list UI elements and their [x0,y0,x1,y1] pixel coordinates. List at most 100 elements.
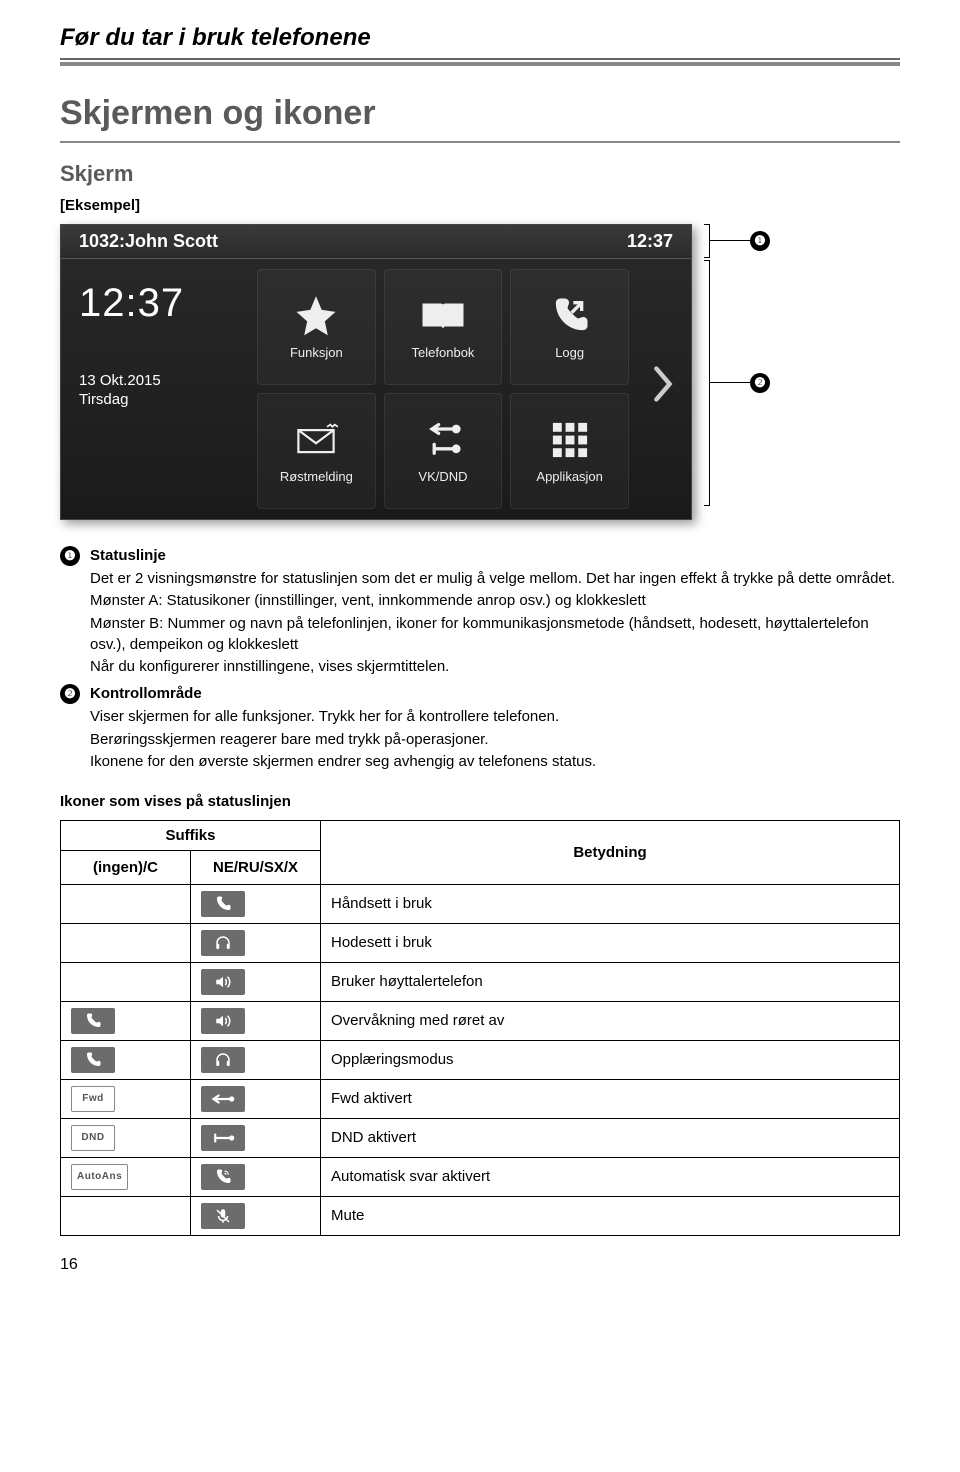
section-title: Skjermen og ikoner [60,94,900,133]
tile-label: Logg [555,345,584,360]
status-icon-autoans: AutoAns [71,1164,128,1190]
table-row: Opplæringsmodus [61,1040,900,1079]
cell-suffix-b [191,923,321,962]
status-name: 1032:John Scott [79,231,218,252]
calllog-icon [546,295,594,337]
cell-suffix-b [191,1040,321,1079]
status-icon-handset [71,1047,115,1073]
definition-lead: Statuslinje [90,546,900,567]
tile-logg[interactable]: Logg [510,269,629,385]
tile-label: Telefonbok [412,345,475,360]
table-row: Håndsett i bruk [61,884,900,923]
next-page-arrow[interactable] [635,259,691,519]
cell-suffix-a [61,923,191,962]
cell-suffix-a [61,1196,191,1235]
cell-suffix-b [191,1001,321,1040]
chevron-right-icon [652,364,674,414]
table-heading: Ikoner som vises på statuslinjen [60,793,900,810]
cell-meaning: Overvåkning med røret av [321,1001,900,1040]
cell-meaning: Opplæringsmodus [321,1040,900,1079]
cell-suffix-a [61,1001,191,1040]
cell-meaning: Mute [321,1196,900,1235]
cell-meaning: Hodesett i bruk [321,923,900,962]
tile-label: Applikasjon [536,469,603,484]
tile-label: Røstmelding [280,469,353,484]
status-icon-fwd [201,1086,245,1112]
cell-suffix-a: AutoAns [61,1157,191,1196]
status-icon-headset [201,1047,245,1073]
th-suffix: Suffiks [61,820,321,850]
tile-funksjon[interactable]: Funksjon [257,269,376,385]
voicemail-icon [292,419,340,461]
star-icon [292,295,340,337]
status-icon-speaker [201,1008,245,1034]
big-time: 12:37 [79,281,239,326]
status-icon-dnd: DND [71,1125,115,1151]
cell-suffix-a [61,884,191,923]
status-icon-fwd: Fwd [71,1086,115,1112]
table-row: AutoAns Automatisk svar aktivert [61,1157,900,1196]
definition-para: Det er 2 visningsmønstre for statuslinje… [90,569,900,590]
definition-item: ❷ KontrollområdeViser skjermen for alle f… [60,684,900,775]
table-row: Hodesett i bruk [61,923,900,962]
tile-rostmelding[interactable]: Røstmelding [257,393,376,509]
document-header: Før du tar i bruk telefonene [60,0,900,58]
rule [60,62,900,66]
page-number: 16 [60,1256,900,1274]
cell-meaning: DND aktivert [321,1118,900,1157]
status-time: 12:37 [627,231,673,252]
rule [60,141,900,143]
cell-suffix-b [191,1157,321,1196]
cell-suffix-b [191,962,321,1001]
tile-applikasjon[interactable]: Applikasjon [510,393,629,509]
cell-suffix-a [61,1040,191,1079]
status-icon-handset [71,1008,115,1034]
definition-para: Mønster A: Statusikoner (innstillinger, … [90,591,900,612]
th-meaning: Betydning [321,820,900,884]
definition-para: Ikonene for den øverste skjermen endrer … [90,752,596,773]
status-icon-speaker [201,969,245,995]
definition-body: KontrollområdeViser skjermen for alle fu… [90,684,596,775]
status-icon-mute [201,1203,245,1229]
page-container: Før du tar i bruk telefonene Skjermen og… [0,0,960,1304]
definition-list: ❶ StatuslinjeDet er 2 visningsmønstre for… [60,546,900,775]
definition-number: ❷ [60,684,80,704]
statusbar: 1032:John Scott 12:37 [61,225,691,259]
cell-meaning: Automatisk svar aktivert [321,1157,900,1196]
cell-meaning: Fwd aktivert [321,1079,900,1118]
date: 13 Okt.2015 [79,372,239,389]
cell-meaning: Bruker høyttalertelefon [321,962,900,1001]
fwd-dnd-icon [419,419,467,461]
status-icon-handset [201,891,245,917]
table-row: Bruker høyttalertelefon [61,962,900,1001]
tile-vk-dnd[interactable]: VK/DND [384,393,503,509]
status-icon-dnd [201,1125,245,1151]
apps-icon [546,419,594,461]
tile-telefonbok[interactable]: Telefonbok [384,269,503,385]
callout-2: ❷ [750,373,770,393]
example-label: [Eksempel] [60,197,900,214]
definition-para: Viser skjermen for alle funksjoner. Tryk… [90,707,596,728]
tile-label: Funksjon [290,345,343,360]
clock-column: 12:37 13 Okt.2015 Tirsdag [61,259,251,519]
callout-column: ❶ ❷ [704,224,770,510]
cell-suffix-b [191,1118,321,1157]
th-ne: NE/RU/SX/X [191,850,321,884]
definition-para: Berøringsskjermen reagerer bare med tryk… [90,730,596,751]
phone-screenshot: 1032:John Scott 12:37 12:37 13 Okt.2015 … [60,224,692,520]
table-row: Overvåkning med røret av [61,1001,900,1040]
control-area: 12:37 13 Okt.2015 Tirsdag Funksjon [61,259,691,519]
tile-grid: Funksjon Telefonbok Logg [251,259,635,519]
definition-number: ❶ [60,546,80,566]
cell-suffix-a [61,962,191,1001]
definition-para: Når du konfigurerer innstillingene, vise… [90,657,900,678]
cell-suffix-b [191,1079,321,1118]
icon-table: Suffiks Betydning (ingen)/C NE/RU/SX/X H… [60,820,900,1236]
definition-body: StatuslinjeDet er 2 visningsmønstre for … [90,546,900,680]
status-icon-headset [201,930,245,956]
cell-meaning: Håndsett i bruk [321,884,900,923]
cell-suffix-a: DND [61,1118,191,1157]
phonebook-icon [419,295,467,337]
rule [60,58,900,60]
cell-suffix-b [191,1196,321,1235]
